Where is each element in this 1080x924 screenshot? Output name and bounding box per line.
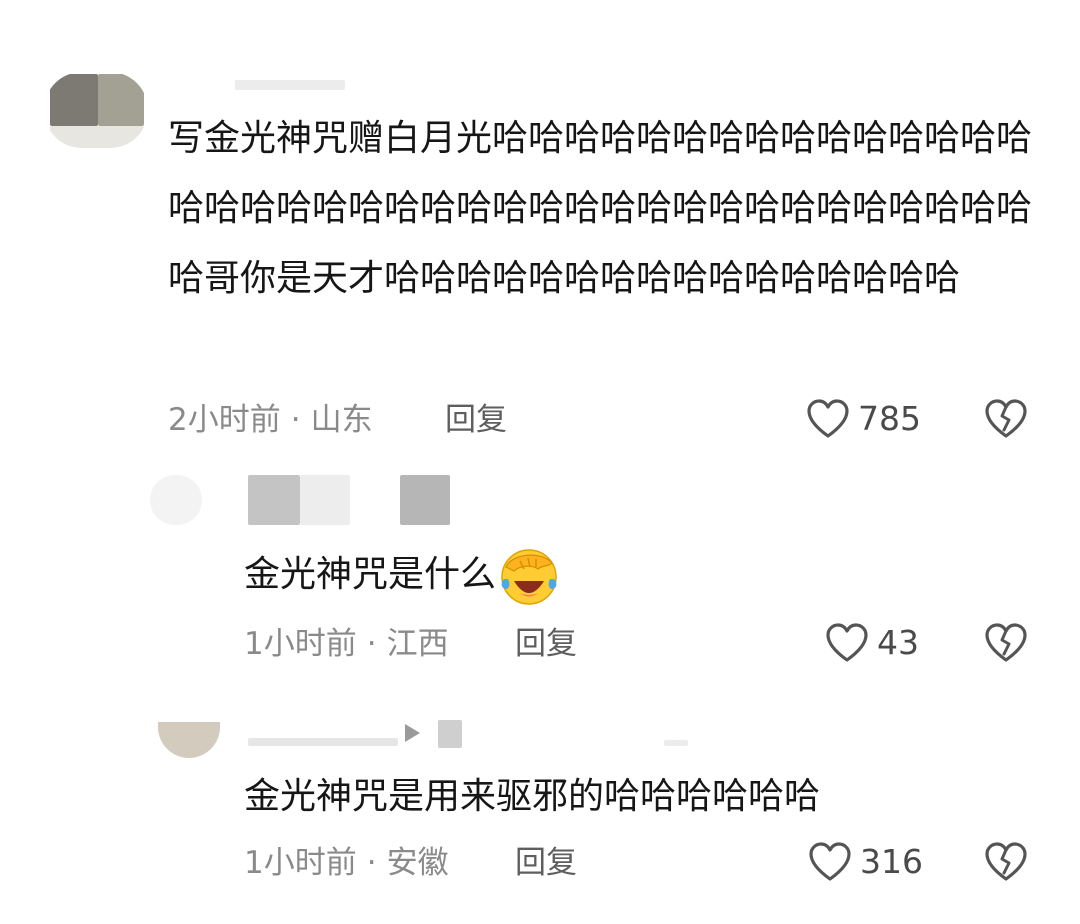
dislike-button[interactable] (984, 622, 1028, 668)
comment-text: 写金光神咒赠白月光哈哈哈哈哈哈哈哈哈哈哈哈哈哈哈哈哈哈哈哈哈哈哈哈哈哈哈哈哈哈哈… (168, 118, 1033, 299)
username-redacted[interactable] (248, 738, 398, 746)
dislike-button[interactable] (984, 841, 1028, 887)
comment-location: 江西 (386, 626, 449, 662)
comment-time: 1小时前 (244, 845, 357, 881)
play-triangle-icon (405, 724, 420, 742)
reply-button[interactable]: 回复 (515, 624, 577, 664)
broken-heart-icon (985, 623, 1027, 662)
username-redacted[interactable] (235, 80, 345, 90)
dislike-button[interactable] (984, 398, 1028, 444)
comment-text-body: 金光神咒是什么 (244, 554, 497, 595)
heart-outline-icon (826, 623, 868, 662)
comment-text: 金光神咒是用来驱邪的哈哈哈哈哈哈 (244, 776, 821, 817)
username-redacted[interactable] (248, 475, 453, 525)
like-button[interactable]: 785 (806, 398, 921, 440)
username-redacted (438, 720, 462, 748)
avatar[interactable] (44, 72, 148, 148)
comment-text: 金光神咒是什么 (244, 540, 1044, 610)
broken-heart-icon (985, 842, 1027, 881)
comment-meta: 1小时前 · 江西 (244, 626, 449, 662)
facepalm-laugh-emoji (501, 549, 557, 605)
heart-outline-icon (807, 399, 849, 438)
comment-meta: 2小时前 · 山东 (168, 402, 373, 438)
reply-button[interactable]: 回复 (445, 400, 507, 440)
like-count: 785 (858, 399, 921, 438)
like-button[interactable]: 316 (808, 841, 923, 883)
heart-outline-icon (809, 842, 851, 881)
username-redacted (664, 740, 688, 746)
like-button[interactable]: 43 (825, 622, 919, 664)
like-count: 43 (877, 623, 919, 662)
like-count: 316 (860, 842, 923, 881)
comment-time: 1小时前 (244, 626, 357, 662)
comment-location: 安徽 (386, 845, 449, 881)
comment-location: 山东 (310, 402, 373, 438)
reply-button[interactable]: 回复 (515, 843, 577, 883)
comment-meta: 1小时前 · 安徽 (244, 845, 449, 881)
avatar[interactable] (150, 475, 202, 525)
comment-time: 2小时前 (168, 402, 281, 438)
avatar[interactable] (158, 722, 220, 758)
broken-heart-icon (985, 399, 1027, 438)
